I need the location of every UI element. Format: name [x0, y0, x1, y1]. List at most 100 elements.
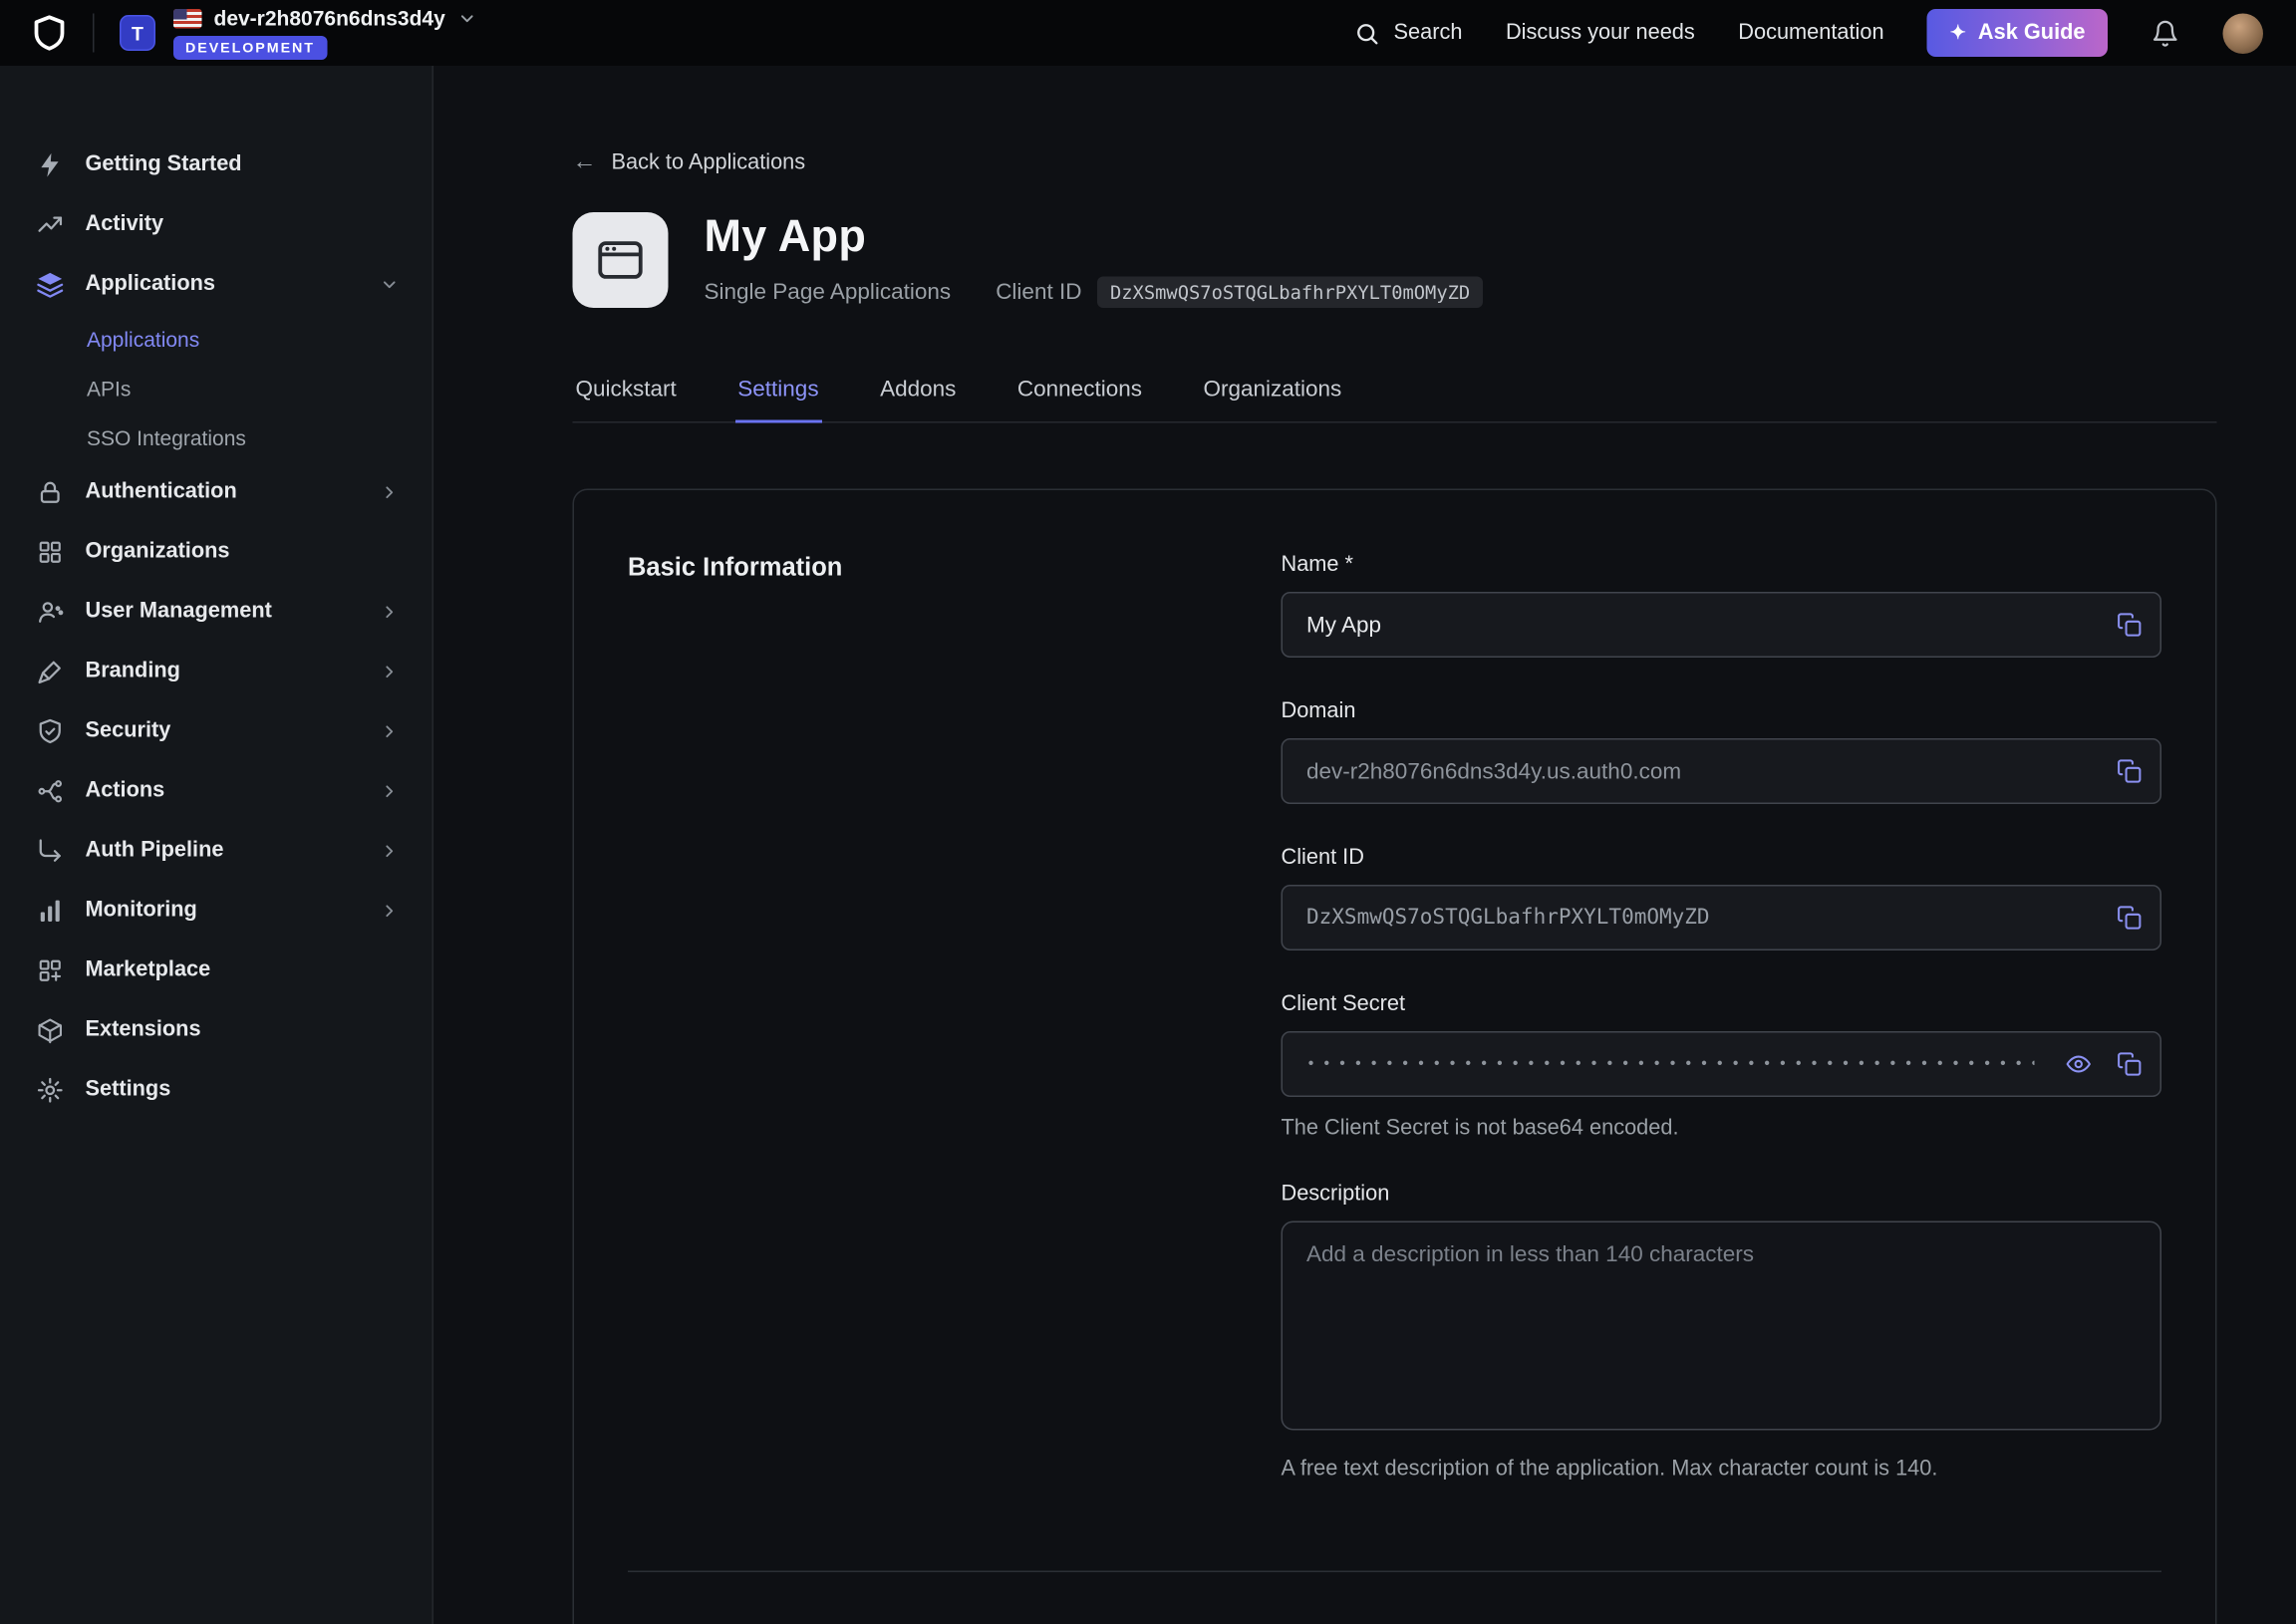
back-to-applications-link[interactable]: ← Back to Applications: [573, 149, 806, 176]
auth0-dashboard: T dev-r2h8076n6dns3d4y DEVELOPMENT Searc…: [0, 0, 2296, 1624]
topbar-right: Search Discuss your needs Documentation …: [1355, 9, 2263, 57]
lock-icon: [36, 477, 65, 506]
sparkle-icon: ✦: [1950, 21, 1966, 45]
tab-addons[interactable]: Addons: [877, 377, 959, 421]
sidebar-item-user-management[interactable]: User Management: [0, 582, 432, 642]
copy-icon[interactable]: [2117, 612, 2143, 638]
sidebar-item-extensions[interactable]: Extensions: [0, 1000, 432, 1060]
name-field-group: Name *: [1282, 553, 2162, 658]
sidebar-subitem-apis[interactable]: APIs: [0, 364, 432, 413]
tenant-initial-badge[interactable]: T: [120, 15, 155, 51]
notifications-bell-icon[interactable]: [2152, 19, 2180, 48]
discuss-your-needs-link[interactable]: Discuss your needs: [1506, 21, 1695, 45]
tab-quickstart[interactable]: Quickstart: [573, 377, 680, 421]
auth0-logo-icon[interactable]: [30, 14, 69, 53]
card-section-left: Basic Information: [628, 553, 1282, 1523]
environment-badge: DEVELOPMENT: [173, 36, 327, 60]
client-secret-field-group: Client Secret The Client Secret i: [1282, 992, 2162, 1141]
chevron-down-icon: [457, 8, 477, 28]
grid-plus-icon: [36, 955, 65, 984]
sidebar-item-security[interactable]: Security: [0, 701, 432, 761]
sidebar: Getting Started Activity Applications Ap…: [0, 66, 433, 1624]
chevron-right-icon: [380, 841, 400, 861]
description-field-group: Description A free text description of t…: [1282, 1183, 2162, 1482]
user-icon: [36, 597, 65, 626]
sidebar-item-branding[interactable]: Branding: [0, 642, 432, 701]
search-icon: [1355, 20, 1381, 46]
chevron-right-icon: [380, 901, 400, 921]
description-textarea[interactable]: [1282, 1221, 2162, 1431]
client-secret-helper: The Client Secret is not base64 encoded.: [1282, 1117, 2162, 1141]
chevron-down-icon: [380, 274, 400, 294]
sidebar-item-label: Getting Started: [86, 152, 242, 176]
copy-icon[interactable]: [2117, 1051, 2143, 1077]
sidebar-subitem-applications[interactable]: Applications: [0, 314, 432, 364]
gear-icon: [36, 1075, 65, 1104]
sidebar-item-label: Authentication: [86, 480, 237, 504]
search-label: Search: [1394, 21, 1463, 45]
sidebar-item-settings[interactable]: Settings: [0, 1060, 432, 1120]
box-icon: [36, 1015, 65, 1044]
sidebar-item-label: Applications: [86, 272, 216, 296]
tab-connections[interactable]: Connections: [1014, 377, 1145, 421]
sidebar-item-label: Settings: [86, 1078, 171, 1102]
documentation-link[interactable]: Documentation: [1738, 21, 1883, 45]
card-section-right: Name * Domain: [1282, 553, 2162, 1523]
page-title: My App: [705, 212, 1484, 263]
client-id-field-group: Client ID: [1282, 846, 2162, 950]
client-id-chip[interactable]: DzXSmwQS7oSTQGLbafhrPXYLT0mOMyZD: [1096, 277, 1483, 309]
app-header: My App Single Page Applications Client I…: [573, 212, 2217, 308]
card-divider: [628, 1571, 2161, 1573]
tenant-meta: dev-r2h8076n6dns3d4y DEVELOPMENT: [173, 6, 476, 60]
back-arrow-icon: ←: [573, 149, 597, 176]
sidebar-item-label: Monitoring: [86, 899, 197, 923]
tab-bar: Quickstart Settings Addons Connections O…: [573, 377, 2217, 423]
sidebar-item-label: Actions: [86, 779, 165, 803]
client-secret-label: Client Secret: [1282, 992, 2162, 1016]
sidebar-item-label: Security: [86, 719, 171, 743]
sidebar-item-monitoring[interactable]: Monitoring: [0, 881, 432, 941]
tab-settings[interactable]: Settings: [734, 377, 821, 423]
sidebar-item-label: Organizations: [86, 540, 230, 564]
sidebar-item-actions[interactable]: Actions: [0, 761, 432, 821]
sidebar-item-getting-started[interactable]: Getting Started: [0, 135, 432, 194]
sidebar-item-organizations[interactable]: Organizations: [0, 522, 432, 582]
app-type-label: Single Page Applications: [705, 280, 952, 306]
main-content: ← Back to Applications My App Single Pag…: [433, 66, 2296, 1624]
sidebar-item-label: Extensions: [86, 1018, 201, 1042]
name-input[interactable]: [1282, 592, 2162, 658]
bolt-icon: [36, 150, 65, 179]
sidebar-item-authentication[interactable]: Authentication: [0, 462, 432, 522]
flow-branch-icon: [36, 776, 65, 805]
eye-icon[interactable]: [2066, 1051, 2092, 1077]
app-subtitle-row: Single Page Applications Client ID DzXSm…: [705, 277, 1484, 309]
sidebar-item-activity[interactable]: Activity: [0, 194, 432, 254]
sidebar-item-label: Auth Pipeline: [86, 839, 224, 863]
tenant-switcher[interactable]: dev-r2h8076n6dns3d4y: [173, 6, 476, 30]
section-title: Basic Information: [628, 553, 1282, 583]
sidebar-subitem-sso-integrations[interactable]: SSO Integrations: [0, 412, 432, 462]
sidebar-item-marketplace[interactable]: Marketplace: [0, 941, 432, 1000]
sidebar-item-label: User Management: [86, 600, 272, 624]
pipeline-arrow-icon: [36, 836, 65, 865]
client-secret-input[interactable]: [1282, 1031, 2162, 1097]
paintbrush-icon: [36, 657, 65, 685]
basic-information-card: Basic Information Name *: [573, 489, 2217, 1624]
client-id-field-label: Client ID: [1282, 846, 2162, 870]
search-button[interactable]: Search: [1355, 20, 1463, 46]
domain-field-group: Domain: [1282, 699, 2162, 804]
copy-icon[interactable]: [2117, 758, 2143, 784]
chevron-right-icon: [380, 662, 400, 681]
layers-stack-icon: [36, 270, 65, 299]
us-flag-icon: [173, 8, 202, 28]
tab-organizations[interactable]: Organizations: [1200, 377, 1344, 421]
domain-input[interactable]: [1282, 738, 2162, 804]
sidebar-item-auth-pipeline[interactable]: Auth Pipeline: [0, 821, 432, 881]
client-id-input[interactable]: [1282, 885, 2162, 950]
sidebar-item-applications[interactable]: Applications: [0, 254, 432, 314]
user-avatar[interactable]: [2223, 13, 2264, 54]
copy-icon[interactable]: [2117, 905, 2143, 931]
ask-guide-button[interactable]: ✦ Ask Guide: [1927, 9, 2108, 57]
activity-chart-icon: [36, 210, 65, 239]
chevron-right-icon: [380, 781, 400, 801]
